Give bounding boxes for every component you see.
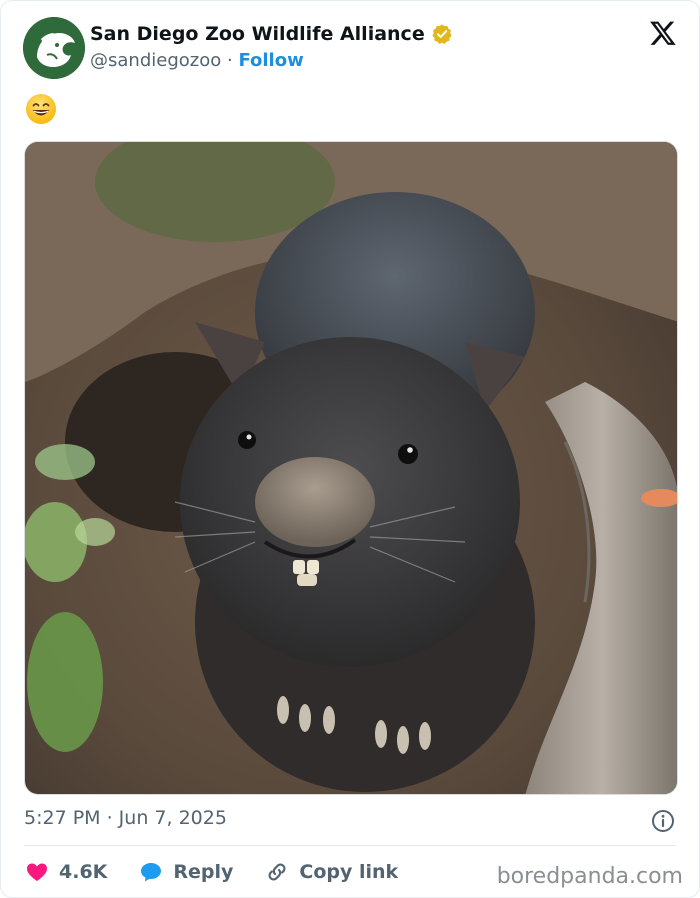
watermark: boredpanda.com	[496, 864, 683, 889]
heart-icon	[27, 863, 47, 881]
like-count: 4.6K	[59, 861, 108, 883]
like-button[interactable]: 4.6K	[25, 860, 107, 884]
action-bar: 4.6K Reply Copy link	[25, 858, 430, 886]
follow-button[interactable]: Follow	[238, 50, 303, 71]
post-photo-wombat[interactable]	[24, 141, 678, 795]
copy-link-button[interactable]: Copy link	[265, 860, 398, 884]
tweet-embed-card: San Diego Zoo Wildlife Alliance @sandieg…	[0, 0, 700, 898]
x-logo-icon[interactable]	[649, 19, 677, 47]
divider	[24, 845, 676, 846]
zoo-logo-icon	[23, 17, 85, 79]
wombat-photo	[25, 142, 677, 794]
reply-label: Reply	[173, 861, 234, 883]
reply-button[interactable]: Reply	[139, 860, 233, 884]
author-display-name[interactable]: San Diego Zoo Wildlife Alliance	[90, 23, 425, 45]
handle-separator: ·	[226, 50, 233, 71]
author-handle[interactable]: @sandiegozoo	[90, 50, 221, 71]
post-timestamp[interactable]: 5:27 PM · Jun 7, 2025	[24, 807, 227, 829]
verified-badge-icon	[432, 24, 452, 44]
link-icon	[268, 863, 286, 881]
info-icon[interactable]	[651, 809, 675, 833]
reply-bubble-icon	[141, 863, 162, 882]
copy-link-label: Copy link	[299, 861, 399, 883]
grinning-face-emoji-icon	[26, 94, 56, 124]
avatar[interactable]	[23, 17, 85, 79]
